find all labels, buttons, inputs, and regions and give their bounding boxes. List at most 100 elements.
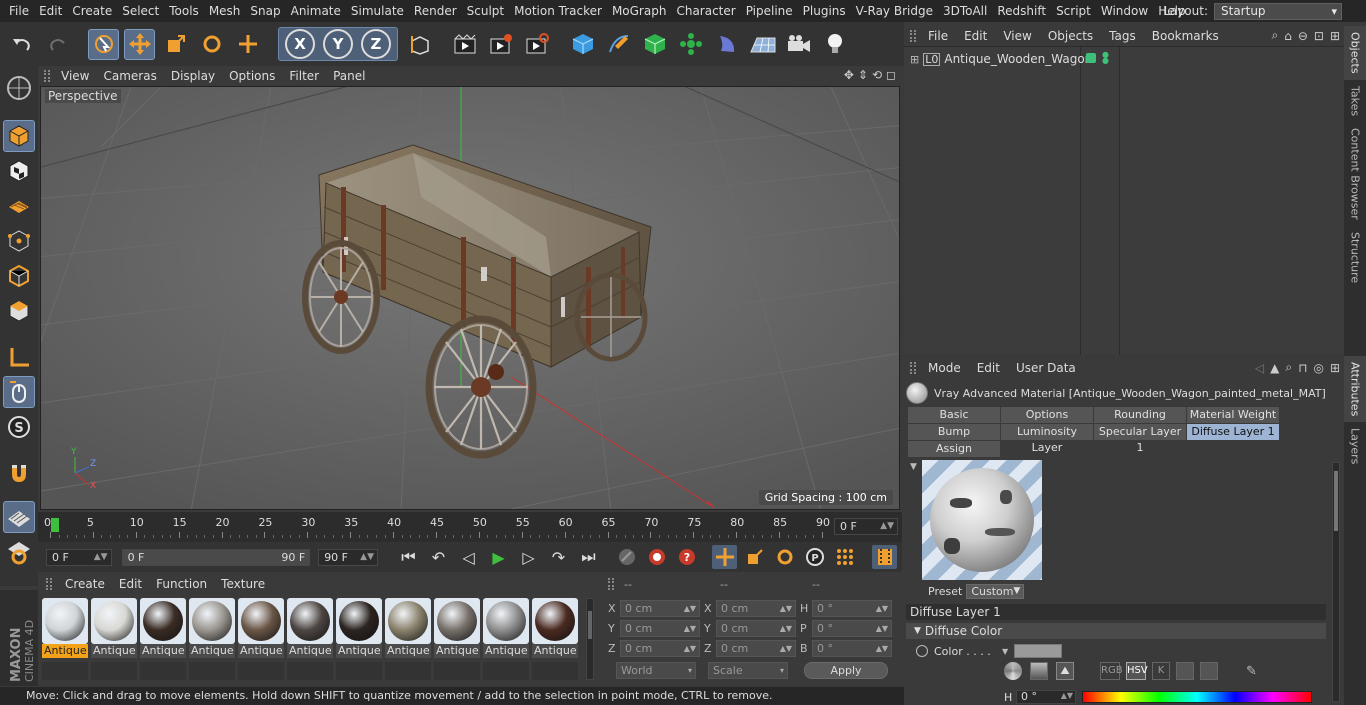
diffuse-color-group-header[interactable]: ▼ Diffuse Color <box>906 623 1326 639</box>
color-swatch[interactable] <box>1014 644 1063 658</box>
dock-tab-takes[interactable]: Takes <box>1344 80 1366 122</box>
object-row-antique-wooden-wagon[interactable]: ⊞ L0 Antique_Wooden_Wagon ● ● <box>906 50 1342 68</box>
attribute-tab-rounding[interactable]: Rounding <box>1094 407 1186 423</box>
render-picture-viewer-icon[interactable] <box>485 29 516 60</box>
material-menu-texture[interactable]: Texture <box>214 574 272 594</box>
stepper-icon[interactable]: ▲▼ <box>684 621 696 636</box>
material-item[interactable]: Antique <box>140 598 186 658</box>
menu-sculpt[interactable]: Sculpt <box>462 0 509 22</box>
dock-tab-attributes[interactable]: Attributes <box>1344 356 1366 423</box>
material-menu-edit[interactable]: Edit <box>112 574 149 594</box>
material-item[interactable]: Antique <box>189 598 235 658</box>
render-toggle-icon[interactable]: ● ● <box>1102 51 1109 65</box>
viewport-menu-filter[interactable]: Filter <box>282 66 326 86</box>
coordinate-system-icon[interactable] <box>403 29 434 60</box>
deformer-icon[interactable] <box>711 29 742 60</box>
menu-v-ray-bridge[interactable]: V-Ray Bridge <box>851 0 938 22</box>
polygons-mode-icon[interactable] <box>3 295 35 327</box>
attributes-menu-mode[interactable]: Mode <box>920 358 969 378</box>
material-item[interactable]: Antique <box>238 598 284 658</box>
menu-edit[interactable]: Edit <box>34 0 67 22</box>
color-spectrum-icon[interactable] <box>1030 662 1048 680</box>
target-icon[interactable]: ◎ <box>1313 361 1323 375</box>
collapse-arrow-icon[interactable]: ▼ <box>910 462 917 472</box>
attribute-tab-options[interactable]: Options <box>1001 407 1093 423</box>
rgb-mode-button[interactable]: RGB <box>1100 662 1123 680</box>
dock-tab-structure[interactable]: Structure <box>1344 226 1366 289</box>
edges-mode-icon[interactable] <box>3 260 35 292</box>
stepper-icon[interactable]: ▲▼ <box>780 601 792 616</box>
autokeying-help-icon[interactable]: ? <box>674 545 699 569</box>
rotate-tool-icon[interactable] <box>196 29 227 60</box>
material-item[interactable]: Antique <box>287 598 333 658</box>
menu-mograph[interactable]: MoGraph <box>607 0 672 22</box>
record-keyframe-icon[interactable] <box>644 545 669 569</box>
live-selection-icon[interactable] <box>88 28 119 60</box>
render-settings-icon[interactable] <box>521 29 552 60</box>
timeline-ruler[interactable]: 0 5 10 15 20 25 30 35 40 45 50 55 60 65 70 75 80 85 90 0 F… <box>38 512 902 542</box>
timeline-playhead[interactable] <box>51 518 59 532</box>
objects-menu-file[interactable]: File <box>920 26 956 46</box>
new-window-icon[interactable]: ⊞ <box>1330 361 1340 375</box>
stepper-icon[interactable]: ▲▼ <box>876 601 888 616</box>
subdivision-surface-icon[interactable] <box>639 29 670 60</box>
floor-icon[interactable] <box>747 29 778 60</box>
material-item[interactable]: Antique <box>434 598 480 658</box>
dock-tab-objects[interactable]: Objects <box>1344 26 1366 80</box>
stepper-icon[interactable]: ▲▼ <box>876 641 888 656</box>
start-frame-field[interactable]: 0 F ▲▼ <box>46 548 112 566</box>
search-icon[interactable]: ⌕ <box>1285 360 1292 375</box>
texture-mode-icon[interactable] <box>3 155 35 187</box>
frame-range-slider[interactable]: 0 F 90 F <box>121 548 311 566</box>
coord-value-field[interactable]: 0 ° ▲▼ <box>812 619 892 637</box>
hsv-mode-button[interactable]: HSV <box>1126 662 1148 680</box>
perspective-viewport[interactable]: Perspective Y Z X Grid Spacing : 100 cm <box>40 86 900 510</box>
axis-mode-icon[interactable] <box>3 341 35 373</box>
key-position-icon[interactable] <box>712 545 737 569</box>
snap-magnet-icon[interactable] <box>3 457 35 489</box>
key-scale-icon[interactable] <box>742 545 767 569</box>
material-item[interactable]: Antique <box>385 598 431 658</box>
eyedropper-icon[interactable]: ✎ <box>1246 664 1257 679</box>
color-animate-icon[interactable] <box>916 645 928 657</box>
home-icon[interactable]: ⌂ <box>1284 29 1292 43</box>
kelvin-mode-button[interactable]: K <box>1152 662 1170 680</box>
expand-icon[interactable]: ⊞ <box>910 53 919 66</box>
menu-simulate[interactable]: Simulate <box>346 0 409 22</box>
attribute-tab-diffuse-layer-1[interactable]: Diffuse Layer 1 <box>1187 424 1279 440</box>
viewport-menu-cameras[interactable]: Cameras <box>96 66 163 86</box>
coord-value-field[interactable]: 0 ° ▲▼ <box>812 599 892 617</box>
coord-value-field[interactable]: 0 cm ▲▼ <box>620 639 700 657</box>
menu-file[interactable]: File <box>4 0 34 22</box>
stepper-icon[interactable]: ▲▼ <box>684 601 696 616</box>
move-tool-icon[interactable] <box>124 28 155 60</box>
cloner-icon[interactable] <box>675 29 706 60</box>
attributes-scrollbar[interactable] <box>1332 462 1340 702</box>
dock-tab-content-browser[interactable]: Content Browser <box>1344 122 1366 226</box>
autokey-off-icon[interactable] <box>614 545 639 569</box>
menu-select[interactable]: Select <box>117 0 164 22</box>
objects-menu-edit[interactable]: Edit <box>956 26 995 46</box>
snap-settings-icon[interactable] <box>3 536 35 568</box>
stepper-icon[interactable]: ▲▼ <box>876 621 888 636</box>
go-to-start-icon[interactable]: ⏮ <box>396 545 421 569</box>
menu-tools[interactable]: Tools <box>164 0 204 22</box>
key-pla-icon[interactable] <box>832 545 857 569</box>
swatches-mode-icon[interactable] <box>1200 662 1218 680</box>
objects-menu-tags[interactable]: Tags <box>1101 26 1144 46</box>
menu-redshift[interactable]: Redshift <box>992 0 1051 22</box>
menu-mesh[interactable]: Mesh <box>204 0 246 22</box>
undo-icon[interactable] <box>6 29 37 60</box>
material-scrollbar[interactable] <box>586 598 594 680</box>
previous-key-icon[interactable]: ↶ <box>426 545 451 569</box>
make-editable-icon[interactable] <box>3 72 35 104</box>
key-rotation-icon[interactable] <box>772 545 797 569</box>
x-axis-lock-button[interactable]: X <box>285 29 315 59</box>
hue-slider[interactable] <box>1082 691 1312 703</box>
material-menu-function[interactable]: Function <box>149 574 214 594</box>
objects-menu-objects[interactable]: Objects <box>1040 26 1101 46</box>
menu-plugins[interactable]: Plugins <box>798 0 851 22</box>
menu-motion-tracker[interactable]: Motion Tracker <box>509 0 607 22</box>
attributes-menu-user-data[interactable]: User Data <box>1008 358 1084 378</box>
coord-value-field[interactable]: 0 cm ▲▼ <box>716 619 796 637</box>
